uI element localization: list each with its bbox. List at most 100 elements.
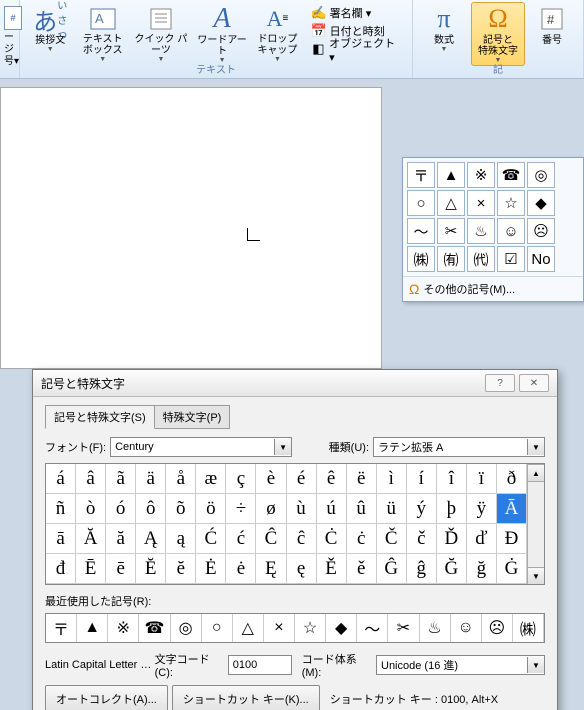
- char-cell[interactable]: ë: [347, 464, 377, 494]
- signature-button[interactable]: ✍署名欄 ▾: [308, 4, 404, 22]
- char-cell[interactable]: Ė: [196, 554, 226, 584]
- symbol-cell[interactable]: ☑: [497, 246, 525, 272]
- chevron-down-icon[interactable]: ▼: [527, 657, 544, 673]
- char-cell[interactable]: ē: [106, 554, 136, 584]
- close-button[interactable]: ✕: [519, 374, 549, 392]
- symbol-cell[interactable]: ○: [407, 190, 435, 216]
- recent-cell[interactable]: △: [233, 614, 264, 642]
- dropcap-button[interactable]: A≡ドロップ キャップ▼: [251, 2, 303, 66]
- char-cell[interactable]: Ĉ: [256, 524, 286, 554]
- char-cell[interactable]: é: [287, 464, 317, 494]
- char-cell[interactable]: ð: [497, 464, 527, 494]
- char-grid[interactable]: áâãäåæçèéêëìíîïðñòóôõö÷øùúûüýþÿĀāĂăĄąĆćĈ…: [46, 464, 527, 584]
- char-cell[interactable]: Ď: [437, 524, 467, 554]
- char-cell[interactable]: û: [347, 494, 377, 524]
- char-cell[interactable]: ğ: [467, 554, 497, 584]
- char-cell[interactable]: č: [407, 524, 437, 554]
- char-cell[interactable]: ä: [136, 464, 166, 494]
- subset-combo[interactable]: ▼: [373, 437, 545, 457]
- recent-cell[interactable]: ☆: [295, 614, 326, 642]
- symbol-cell[interactable]: ×: [467, 190, 495, 216]
- char-cell[interactable]: Ċ: [317, 524, 347, 554]
- char-cell[interactable]: ù: [287, 494, 317, 524]
- recent-cell[interactable]: ～: [357, 614, 388, 642]
- symbol-cell[interactable]: ㈹: [467, 246, 495, 272]
- char-cell[interactable]: Ě: [317, 554, 347, 584]
- recent-cell[interactable]: ☹: [482, 614, 513, 642]
- char-cell[interactable]: ò: [76, 494, 106, 524]
- code-input[interactable]: [228, 655, 292, 675]
- char-cell[interactable]: Ġ: [497, 554, 527, 584]
- recent-cell[interactable]: ㈱: [513, 614, 544, 642]
- chevron-down-icon[interactable]: ▼: [274, 439, 291, 455]
- char-cell[interactable]: å: [166, 464, 196, 494]
- textbox-button[interactable]: Aテキスト ボックス▼: [76, 2, 128, 66]
- char-cell[interactable]: è: [256, 464, 286, 494]
- font-combo[interactable]: ▼: [110, 437, 292, 457]
- symbol-cell[interactable]: ✂: [437, 218, 465, 244]
- recent-cell[interactable]: ◆: [326, 614, 357, 642]
- char-cell[interactable]: ó: [106, 494, 136, 524]
- char-cell[interactable]: Ā: [497, 494, 527, 524]
- symbol-cell[interactable]: ※: [467, 162, 495, 188]
- recent-cell[interactable]: ○: [202, 614, 233, 642]
- char-cell[interactable]: ĝ: [407, 554, 437, 584]
- wordart-button[interactable]: Aワードアート▼: [193, 2, 251, 66]
- symbol-cell[interactable]: ☺: [497, 218, 525, 244]
- symbol-cell[interactable]: △: [437, 190, 465, 216]
- char-cell[interactable]: ô: [136, 494, 166, 524]
- symbol-cell[interactable]: ☆: [497, 190, 525, 216]
- number-button[interactable]: #番号: [525, 2, 579, 66]
- char-cell[interactable]: þ: [437, 494, 467, 524]
- char-cell[interactable]: ø: [256, 494, 286, 524]
- char-cell[interactable]: ê: [317, 464, 347, 494]
- symbol-cell[interactable]: ㈱: [407, 246, 435, 272]
- help-button[interactable]: ?: [485, 374, 515, 392]
- symbol-cell[interactable]: ◎: [527, 162, 555, 188]
- font-input[interactable]: [111, 439, 274, 455]
- char-cell[interactable]: ú: [317, 494, 347, 524]
- codesystem-input[interactable]: [377, 657, 527, 673]
- char-cell[interactable]: Ć: [196, 524, 226, 554]
- char-cell[interactable]: í: [407, 464, 437, 494]
- symbol-cell[interactable]: 〒: [407, 162, 435, 188]
- char-cell[interactable]: ď: [467, 524, 497, 554]
- recent-cell[interactable]: ✂: [388, 614, 419, 642]
- char-cell[interactable]: đ: [46, 554, 76, 584]
- recent-cell[interactable]: ※: [108, 614, 139, 642]
- recent-cell[interactable]: ×: [264, 614, 295, 642]
- char-cell[interactable]: ā: [46, 524, 76, 554]
- char-cell[interactable]: ċ: [347, 524, 377, 554]
- char-cell[interactable]: Ă: [76, 524, 106, 554]
- char-cell[interactable]: ę: [287, 554, 317, 584]
- char-cell[interactable]: Ĕ: [136, 554, 166, 584]
- char-grid-scrollbar[interactable]: ▲ ▼: [527, 464, 544, 584]
- recent-cell[interactable]: ◎: [171, 614, 202, 642]
- tab-symbols[interactable]: 記号と特殊文字(S): [45, 405, 155, 429]
- char-cell[interactable]: ě: [347, 554, 377, 584]
- recent-cell[interactable]: ☺: [451, 614, 482, 642]
- equation-button[interactable]: π数式▼: [417, 2, 471, 66]
- char-cell[interactable]: ì: [377, 464, 407, 494]
- quickparts-button[interactable]: クイック パーツ▼: [129, 2, 193, 66]
- char-cell[interactable]: ą: [166, 524, 196, 554]
- codesystem-combo[interactable]: ▼: [376, 655, 545, 675]
- char-cell[interactable]: Đ: [497, 524, 527, 554]
- symbol-cell[interactable]: ▲: [437, 162, 465, 188]
- char-cell[interactable]: õ: [166, 494, 196, 524]
- subset-input[interactable]: [374, 439, 527, 455]
- recent-cell[interactable]: ▲: [77, 614, 108, 642]
- char-cell[interactable]: Ğ: [437, 554, 467, 584]
- symbol-cell[interactable]: No: [527, 246, 555, 272]
- char-cell[interactable]: ö: [196, 494, 226, 524]
- object-button[interactable]: ◧オブジェクト ▾: [308, 40, 404, 58]
- char-cell[interactable]: ÷: [226, 494, 256, 524]
- char-cell[interactable]: ė: [226, 554, 256, 584]
- symbol-cell[interactable]: ㈲: [437, 246, 465, 272]
- char-cell[interactable]: Ą: [136, 524, 166, 554]
- recent-cell[interactable]: ♨: [420, 614, 451, 642]
- symbol-cell[interactable]: ☹: [527, 218, 555, 244]
- char-cell[interactable]: á: [46, 464, 76, 494]
- autocorrect-button[interactable]: オートコレクト(A)...: [45, 685, 168, 710]
- symbol-cell[interactable]: ☎: [497, 162, 525, 188]
